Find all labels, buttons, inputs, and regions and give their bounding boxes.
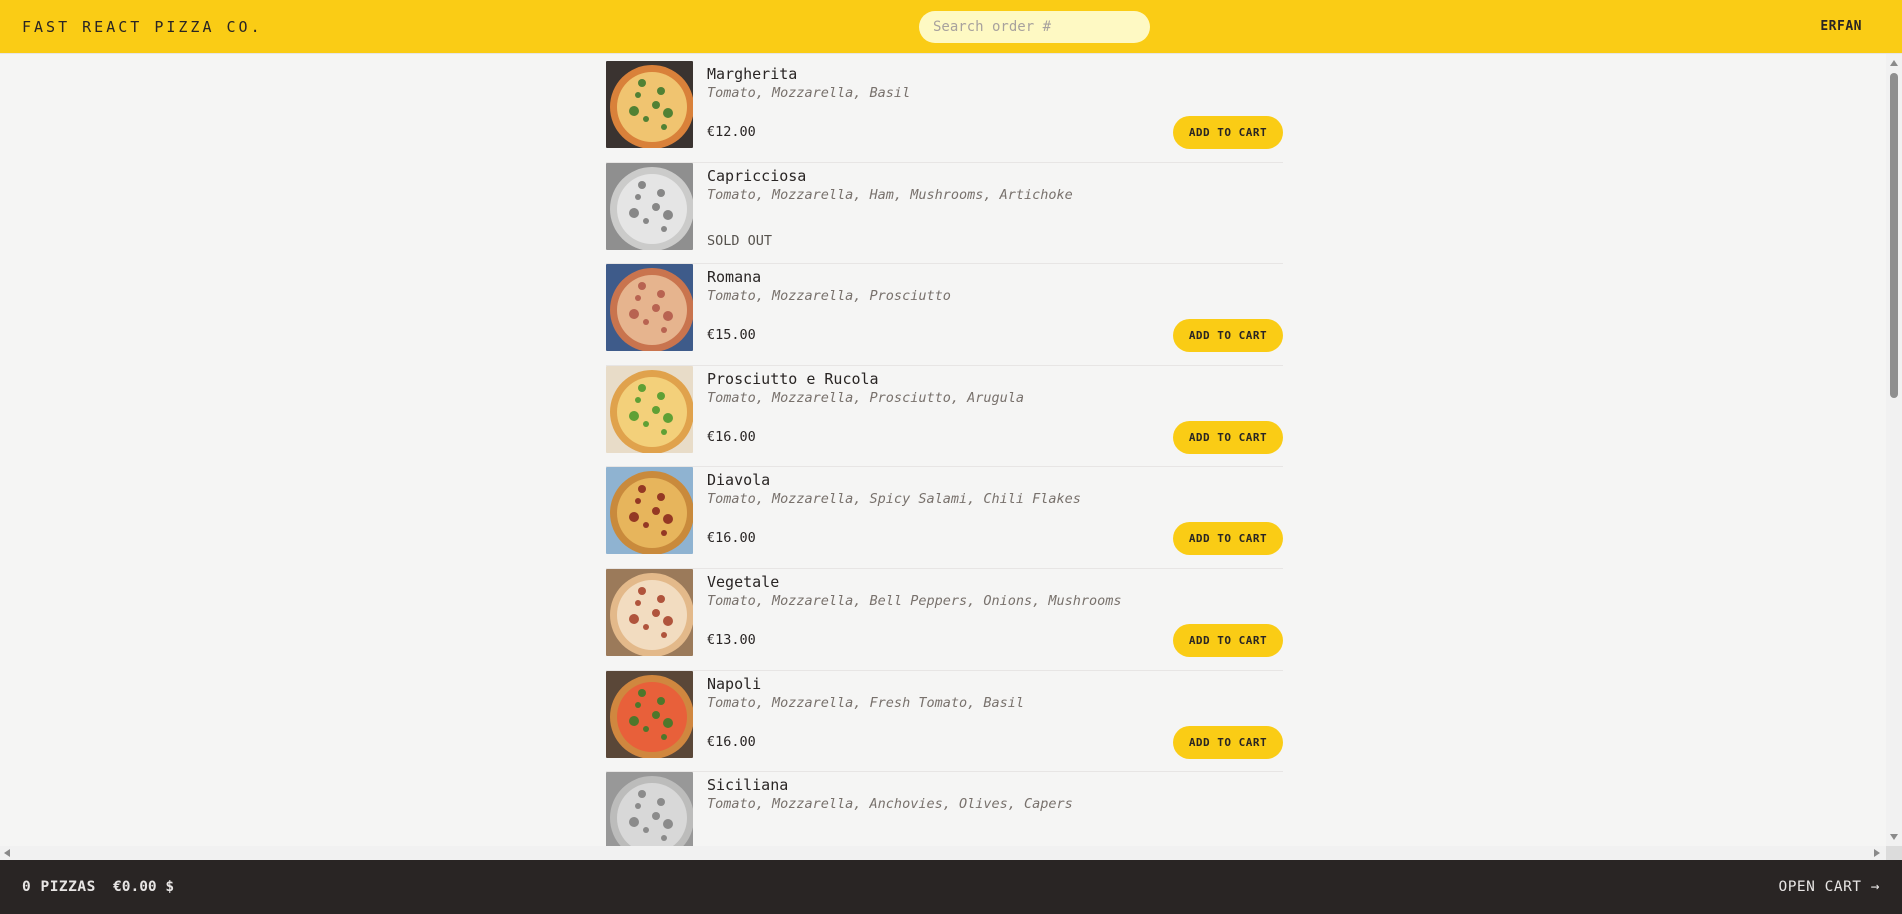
sold-out-label: SOLD OUT	[707, 232, 773, 249]
add-to-cart-button[interactable]: ADD TO CART	[1173, 522, 1283, 556]
pizza-image	[606, 467, 693, 555]
pizza-image	[606, 365, 693, 453]
vertical-scroll-thumb[interactable]	[1890, 73, 1898, 398]
pizza-ingredients: Tomato, Mozzarella, Spicy Salami, Chili …	[707, 491, 1081, 508]
pizza-ingredients: Tomato, Mozzarella, Anchovies, Olives, C…	[707, 796, 1073, 813]
menu-item: Capricciosa Tomato, Mozzarella, Ham, Mush…	[606, 162, 1283, 265]
pizza-ingredients: Tomato, Mozzarella, Fresh Tomato, Basil	[707, 694, 1024, 711]
pizza-image	[606, 568, 693, 656]
pizza-price: €16.00	[707, 530, 756, 547]
pizza-name: Napoli	[707, 674, 762, 693]
pizza-price: €15.00	[707, 327, 756, 344]
pizza-price: €13.00	[707, 631, 756, 648]
cart-pizza-count: 0 PIZZAS	[22, 879, 96, 895]
pizza-name: Diavola	[707, 471, 771, 490]
menu-item: Romana Tomato, Mozzarella, Prosciutto €15.…	[606, 264, 1283, 366]
pizza-name: Margherita	[707, 65, 798, 83]
app-logo[interactable]: FAST REACT PIZZA CO.	[22, 18, 263, 36]
scrollbar-corner	[1886, 846, 1902, 860]
menu-item: Napoli Tomato, Mozzarella, Fresh Tomato, …	[606, 670, 1283, 773]
username: ERFAN	[1820, 19, 1862, 34]
scroll-down-arrow-icon[interactable]	[1890, 834, 1898, 840]
vertical-scrollbar[interactable]	[1886, 54, 1902, 846]
pizza-ingredients: Tomato, Mozzarella, Bell Peppers, Onions…	[707, 592, 1122, 609]
pizza-price: €16.00	[707, 428, 756, 445]
pizza-ingredients: Tomato, Mozzarella, Basil	[707, 85, 911, 101]
pizza-ingredients: Tomato, Mozzarella, Ham, Mushrooms, Arti…	[707, 186, 1073, 203]
open-cart-link[interactable]: OPEN CART →	[1778, 879, 1880, 895]
pizza-price: €12.00	[707, 124, 756, 140]
pizza-name: Prosciutto e Rucola	[707, 369, 879, 388]
add-to-cart-button[interactable]: ADD TO CART	[1173, 725, 1283, 759]
cart-overview: 0 PIZZAS €0.00 $ OPEN CART →	[0, 860, 1902, 914]
pizza-image	[606, 670, 693, 758]
pizza-name: Vegetale	[707, 572, 780, 591]
menu-list: Margherita Tomato, Mozzarella, Basil €12.0…	[606, 61, 1283, 846]
add-to-cart-button[interactable]: ADD TO CART	[1173, 319, 1283, 353]
pizza-image	[606, 264, 693, 352]
scroll-right-arrow-icon[interactable]	[1874, 849, 1880, 857]
menu-item: Vegetale Tomato, Mozzarella, Bell Peppers…	[606, 568, 1283, 671]
pizza-ingredients: Tomato, Mozzarella, Prosciutto, Arugula	[707, 389, 1024, 406]
menu-item: Siciliana Tomato, Mozzarella, Anchovies, …	[606, 772, 1283, 846]
horizontal-scrollbar[interactable]	[0, 846, 1886, 860]
pizza-name: Siciliana	[707, 776, 789, 795]
add-to-cart-button[interactable]: ADD TO CART	[1173, 116, 1283, 149]
pizza-name: Capricciosa	[707, 166, 807, 185]
scroll-left-arrow-icon[interactable]	[4, 849, 10, 857]
search-order-input[interactable]	[919, 11, 1150, 43]
add-to-cart-button[interactable]: ADD TO CART	[1173, 623, 1283, 657]
pizza-image	[606, 61, 693, 148]
add-to-cart-button[interactable]: ADD TO CART	[1173, 420, 1283, 454]
pizza-name: Romana	[707, 268, 762, 287]
pizza-price: €16.00	[707, 733, 756, 750]
scroll-up-arrow-icon[interactable]	[1890, 60, 1898, 66]
menu-item: Prosciutto e Rucola Tomato, Mozzarella, P…	[606, 365, 1283, 468]
menu-page: Margherita Tomato, Mozzarella, Basil €12.0…	[0, 54, 1886, 846]
pizza-image	[606, 162, 693, 250]
menu-item: Margherita Tomato, Mozzarella, Basil €12.0…	[606, 61, 1283, 163]
app-header: FAST REACT PIZZA CO. ERFAN	[0, 0, 1902, 54]
pizza-image	[606, 772, 693, 846]
cart-total-price: €0.00 $	[113, 879, 175, 895]
pizza-ingredients: Tomato, Mozzarella, Prosciutto	[707, 288, 951, 305]
menu-item: Diavola Tomato, Mozzarella, Spicy Salami,…	[606, 467, 1283, 569]
